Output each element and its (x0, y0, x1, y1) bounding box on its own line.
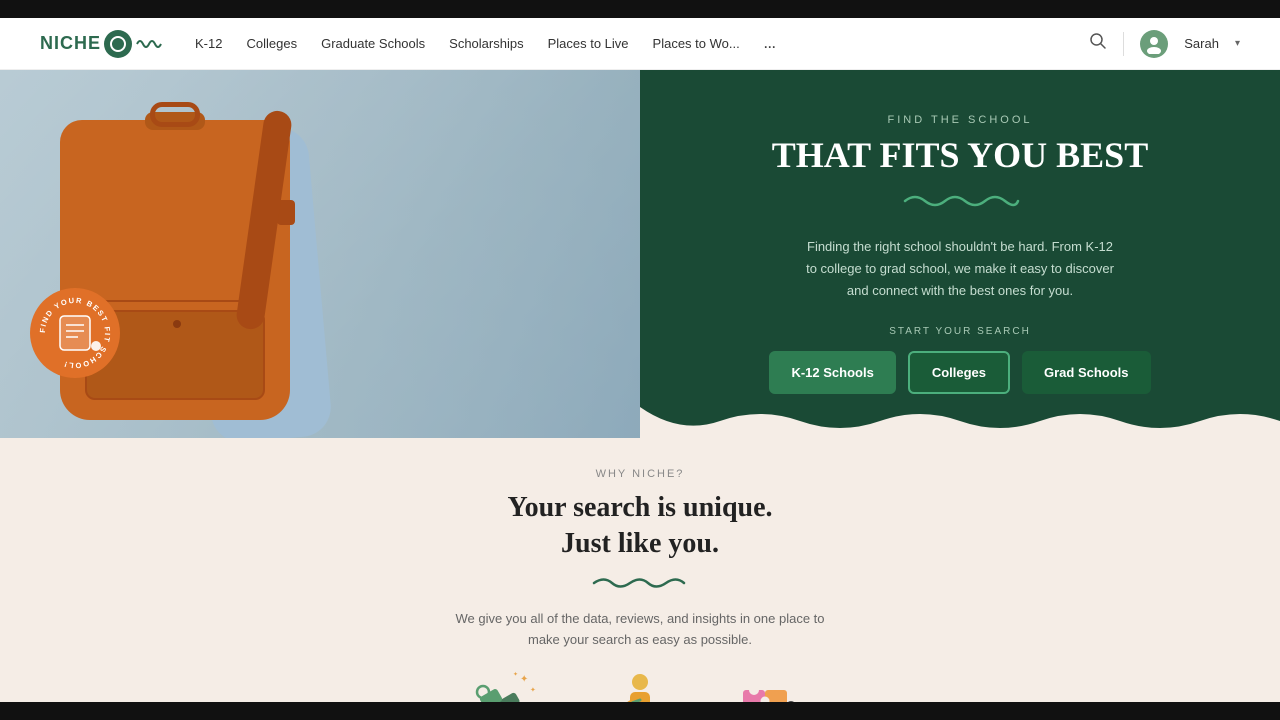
nav-right: Sarah ▾ (1089, 30, 1240, 58)
lower-section: WHY NICHE? Your search is unique.Just li… (0, 438, 1280, 702)
icon-item-puzzle (735, 670, 805, 702)
puzzle-illustration (735, 670, 805, 702)
user-dropdown-icon[interactable]: ▾ (1235, 38, 1240, 49)
bottom-bar (0, 702, 1280, 720)
hero-image: FIND YOUR BEST FIT SCHOOL! (0, 70, 640, 438)
why-title: Your search is unique.Just like you. (507, 490, 772, 563)
svg-text:✦: ✦ (520, 674, 528, 685)
hero-subtitle: FIND THE SCHOOL (887, 114, 1032, 126)
svg-text:✦: ✦ (513, 671, 518, 678)
why-wave-decoration (590, 571, 690, 597)
hero-section: FIND YOUR BEST FIT SCHOOL! FIND THE SCHO… (0, 70, 1280, 438)
top-bar (0, 0, 1280, 18)
nav-more-dots[interactable]: ... (764, 35, 776, 53)
hero-background (0, 70, 640, 438)
scissors-illustration (605, 670, 675, 702)
start-label: START YOUR SEARCH (889, 326, 1031, 337)
navbar: NICHE K-12 Colleges Graduate Schools Sch… (0, 18, 1280, 70)
logo-text: NICHE (40, 33, 101, 54)
logo-wave-icon (135, 34, 165, 54)
icon-item-scissors (605, 670, 675, 702)
logo-icon (104, 30, 132, 58)
why-label: WHY NICHE? (596, 468, 685, 480)
colleges-button[interactable]: Colleges (908, 351, 1010, 394)
logo[interactable]: NICHE (40, 30, 165, 58)
search-buttons: K-12 Schools Colleges Grad Schools (769, 351, 1150, 394)
badge-svg: FIND YOUR BEST FIT SCHOOL! (30, 288, 120, 378)
logo-icon-inner (110, 36, 126, 52)
grad-schools-button[interactable]: Grad Schools (1022, 351, 1151, 394)
nav-k12[interactable]: K-12 (195, 36, 222, 51)
telescope-illustration: ✦ ✦ ✦ (475, 670, 545, 702)
content-wave-bottom (640, 407, 1280, 439)
why-description: We give you all of the data, reviews, an… (440, 609, 840, 651)
nav-places-to-work[interactable]: Places to Wo... (653, 36, 740, 51)
nav-colleges[interactable]: Colleges (246, 36, 297, 51)
hero-description: Finding the right school shouldn't be ha… (800, 236, 1120, 302)
icon-item-telescope: ✦ ✦ ✦ (475, 670, 545, 702)
avatar (1140, 30, 1168, 58)
left-wave-cover (0, 437, 640, 469)
nav-places-to-live[interactable]: Places to Live (548, 36, 629, 51)
nav-graduate-schools[interactable]: Graduate Schools (321, 36, 425, 51)
main-container: NICHE K-12 Colleges Graduate Schools Sch… (0, 18, 1280, 702)
nav-divider (1123, 32, 1124, 56)
svg-text:✦: ✦ (530, 686, 536, 694)
nav-links: K-12 Colleges Graduate Schools Scholarsh… (195, 35, 1089, 53)
feature-icons-row: ✦ ✦ ✦ (475, 670, 805, 702)
hero-wave-decoration (900, 189, 1020, 216)
nav-scholarships[interactable]: Scholarships (449, 36, 523, 51)
user-name[interactable]: Sarah (1184, 36, 1219, 51)
best-fit-badge: FIND YOUR BEST FIT SCHOOL! (30, 288, 120, 378)
search-icon[interactable] (1089, 32, 1107, 55)
k12-schools-button[interactable]: K-12 Schools (769, 351, 895, 394)
hero-title: THAT FITS YOU BEST (772, 134, 1148, 177)
hero-content: FIND THE SCHOOL THAT FITS YOU BEST Findi… (640, 70, 1280, 438)
